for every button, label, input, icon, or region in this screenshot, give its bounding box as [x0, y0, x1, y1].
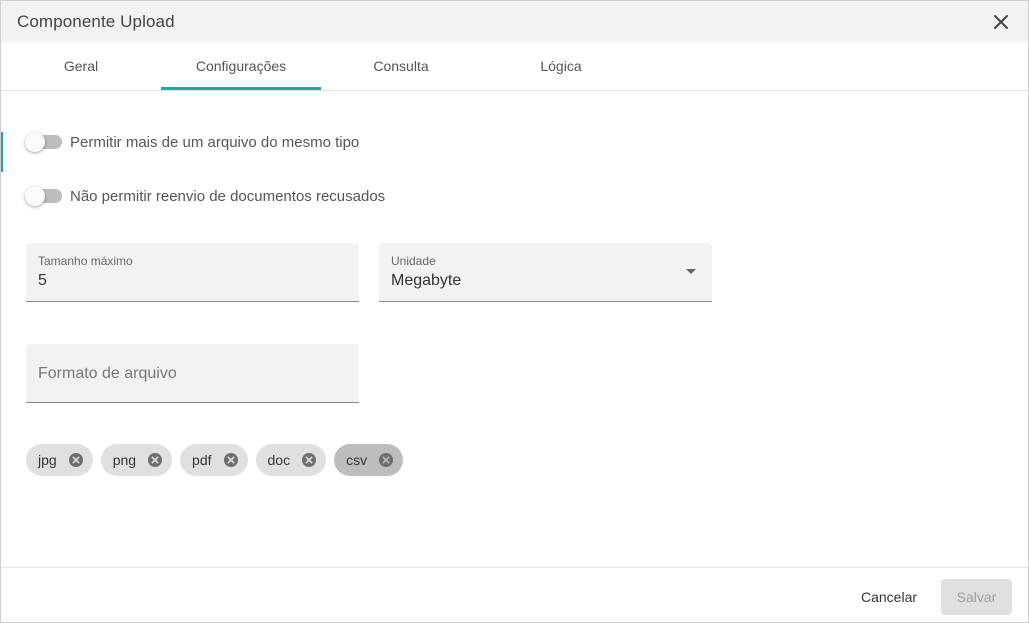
unit-label: Unidade [391, 254, 436, 268]
chip-label: doc [267, 452, 291, 468]
toggle-label: Permitir mais de um arquivo do mesmo tip… [70, 133, 360, 151]
dialog-title: Componente Upload [17, 12, 175, 31]
tab-label: Lógica [540, 58, 582, 74]
file-format-placeholder: Formato de arquivo [38, 365, 177, 382]
chip-label: jpg [38, 452, 57, 468]
chip-png[interactable]: png [100, 444, 173, 476]
toggle-multiple-files[interactable]: Permitir mais de um arquivo do mesmo tip… [25, 131, 360, 153]
close-icon[interactable] [989, 10, 1013, 34]
upload-component-dialog: Componente Upload Geral Configurações Co… [0, 0, 1029, 623]
focus-accent-bar [1, 132, 3, 172]
cancel-button[interactable]: Cancelar [852, 579, 926, 615]
unit-select[interactable]: Unidade Megabyte [379, 243, 712, 302]
file-format-input[interactable]: Formato de arquivo [26, 344, 359, 403]
remove-chip-icon[interactable] [67, 451, 85, 469]
tab-configuracoes[interactable]: Configurações [161, 42, 321, 90]
chip-label: csv [346, 452, 368, 468]
remove-chip-icon[interactable] [300, 451, 318, 469]
tab-bar: Geral Configurações Consulta Lógica [1, 42, 1028, 91]
toggle-thumb [25, 132, 45, 152]
toggle-switch[interactable] [25, 186, 62, 206]
remove-chip-icon[interactable] [377, 451, 395, 469]
chip-pdf[interactable]: pdf [180, 444, 248, 476]
tab-label: Consulta [373, 58, 429, 74]
tab-label: Configurações [195, 58, 287, 74]
chip-jpg[interactable]: jpg [26, 444, 93, 476]
remove-chip-icon[interactable] [146, 451, 164, 469]
tab-label: Geral [63, 58, 99, 74]
chip-doc[interactable]: doc [255, 444, 327, 476]
max-size-field[interactable]: Tamanho máximo 5 [26, 243, 359, 302]
save-button[interactable]: Salvar [941, 579, 1012, 615]
footer-divider [1, 567, 1028, 568]
unit-value: Megabyte [391, 272, 462, 289]
toggle-thumb [25, 186, 45, 206]
max-size-label: Tamanho máximo [38, 254, 133, 268]
chip-label: pdf [192, 452, 212, 468]
max-size-value: 5 [38, 272, 47, 289]
tab-consulta[interactable]: Consulta [321, 42, 481, 90]
remove-chip-icon[interactable] [222, 451, 240, 469]
chip-csv[interactable]: csv [334, 444, 404, 476]
dialog-header: Componente Upload [1, 1, 1028, 42]
dropdown-arrow-icon[interactable] [686, 269, 696, 274]
chip-label: png [112, 452, 137, 468]
toggle-switch[interactable] [25, 132, 62, 152]
toggle-no-resubmit[interactable]: Não permitir reenvio de documentos recus… [25, 185, 386, 207]
tab-geral[interactable]: Geral [1, 42, 161, 90]
toggle-label: Não permitir reenvio de documentos recus… [70, 187, 386, 205]
tab-logica[interactable]: Lógica [481, 42, 641, 90]
file-format-chips: jpg png pdf doc csv [26, 444, 411, 476]
